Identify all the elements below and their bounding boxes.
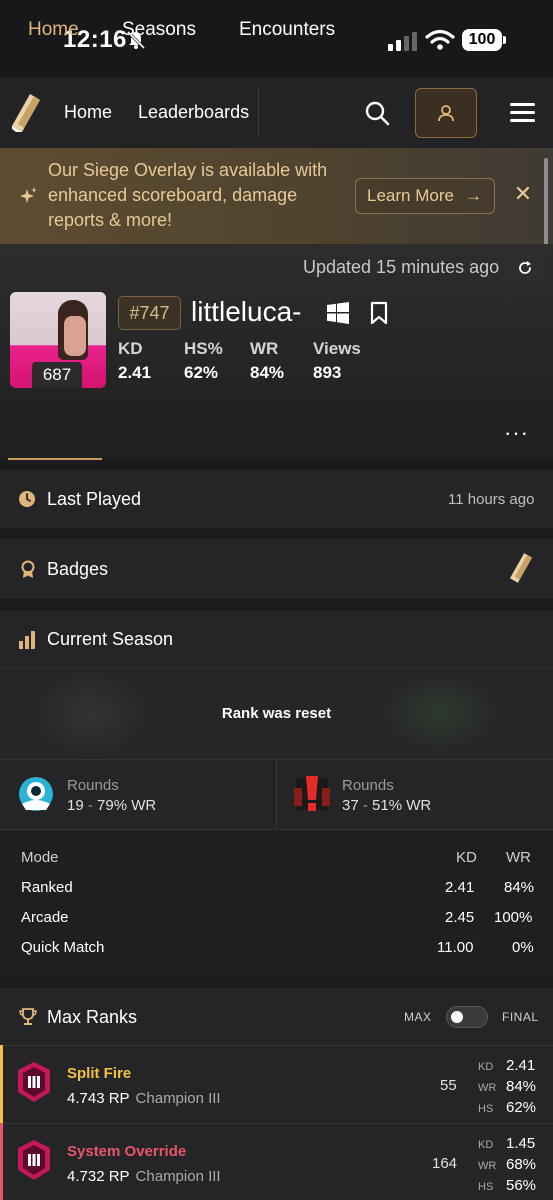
quick-match-kd: 11.00: [437, 939, 474, 956]
badges-title: Badges: [47, 559, 109, 579]
wr-header: WR: [506, 849, 531, 866]
refresh-icon: [519, 261, 531, 274]
award-icon: [21, 560, 35, 578]
stat-kd-value: 2.41: [118, 363, 152, 382]
stat-kd-label: KD: [118, 339, 143, 358]
arcade-kd: 2.45: [445, 909, 475, 926]
season-name: Split Fire: [67, 1065, 132, 1082]
matches-count: 55: [440, 1077, 457, 1094]
wifi-icon: [425, 29, 455, 50]
signal-icon: [388, 32, 417, 51]
battery-icon: 100: [462, 29, 506, 51]
tab-encounters[interactable]: Encounters: [239, 19, 335, 41]
learn-more-button[interactable]: Learn More →: [355, 178, 495, 214]
clock-icon: [19, 491, 35, 507]
search-icon[interactable]: [364, 100, 390, 126]
windows-icon: [327, 302, 349, 324]
kd-mini-label: KD: [478, 1061, 494, 1073]
mode-header: Mode: [21, 849, 59, 866]
wr-mini-value: 84%: [506, 1078, 537, 1095]
hs-mini-label: HS: [478, 1103, 494, 1115]
top-nav: Home Leaderboards: [0, 78, 553, 148]
attacker-icon: [294, 776, 330, 811]
hs-mini-label: HS: [478, 1181, 494, 1193]
matches-count: 164: [432, 1155, 458, 1172]
arcade-wr: 100%: [494, 909, 533, 926]
wr-mini-value: 68%: [506, 1156, 537, 1173]
attacker-rounds-label: Rounds: [342, 777, 394, 794]
ranked-wr: 84%: [504, 879, 535, 896]
max-ranks-title: Max Ranks: [47, 1007, 138, 1027]
battery-level: 100: [462, 29, 502, 51]
wr-mini-label: WR: [478, 1082, 497, 1094]
defender-rounds-value: 19 - 79% WR: [67, 797, 157, 814]
current-season-title: Current Season: [47, 629, 174, 649]
toggle-final-label: FINAL: [502, 1010, 539, 1024]
last-played-time: 11 hours ago: [448, 491, 535, 508]
stat-views-value: 893: [313, 363, 342, 382]
leaderboard-rank-badge: #747: [118, 296, 181, 330]
defender-icon: [19, 777, 53, 811]
kd-mini-value: 2.41: [506, 1057, 536, 1074]
tab-home[interactable]: Home: [28, 19, 79, 41]
banner-text: Our Siege Overlay is available with enha…: [48, 160, 328, 230]
username: littleluca-: [191, 296, 302, 327]
stat-wr-label: WR: [250, 339, 279, 358]
quick-match-wr: 0%: [512, 939, 534, 956]
nav-home-link[interactable]: Home: [64, 102, 112, 123]
menu-icon[interactable]: [510, 103, 535, 123]
profile-tabs: [0, 400, 553, 460]
attacker-rounds-value: 37 - 51% WR: [342, 797, 432, 814]
tracker-badge-icon: [510, 553, 532, 583]
kd-mini-label: KD: [478, 1139, 494, 1151]
champion-rank-icon: [18, 1140, 50, 1180]
trophy-icon: [19, 1008, 37, 1025]
hs-mini-value: 56%: [506, 1177, 537, 1194]
defender-rounds-label: Rounds: [67, 777, 119, 794]
mode-arcade: Arcade: [21, 909, 69, 926]
max-rank-row[interactable]: [0, 1045, 553, 1123]
max-rank-row[interactable]: [0, 1123, 553, 1200]
arrow-right-icon: →: [465, 186, 482, 205]
stat-hs-value: 62%: [184, 363, 219, 382]
rank-points: 4.743 RP Champion III: [67, 1090, 221, 1107]
bookmark-icon[interactable]: [370, 301, 388, 325]
nav-divider: [258, 88, 259, 138]
mode-quick-match: Quick Match: [21, 939, 105, 956]
hs-mini-value: 62%: [506, 1099, 537, 1116]
tracker-logo-icon[interactable]: [12, 94, 40, 132]
stat-hs-label: HS%: [184, 339, 223, 358]
ranked-kd: 2.41: [445, 879, 475, 896]
more-options-icon[interactable]: ···: [504, 420, 529, 446]
player-level: 687: [32, 362, 82, 388]
mode-ranked: Ranked: [21, 879, 73, 896]
user-icon: [438, 105, 454, 122]
max-final-toggle[interactable]: [446, 1006, 488, 1028]
rank-points: 4.732 RP Champion III: [67, 1168, 221, 1185]
tab-seasons[interactable]: Seasons: [122, 19, 196, 41]
refresh-button[interactable]: [505, 250, 545, 286]
season-name: System Override: [67, 1143, 187, 1160]
kd-header: KD: [456, 849, 477, 866]
rank-reset-text: Rank was reset: [221, 705, 332, 722]
close-icon[interactable]: ✕: [513, 183, 533, 205]
account-button[interactable]: [415, 88, 477, 138]
learn-more-label: Learn More: [367, 186, 454, 205]
bar-chart-icon: [19, 631, 35, 649]
updated-text: Updated 15 minutes ago: [303, 257, 500, 277]
champion-rank-icon: [18, 1062, 50, 1102]
sparkle-icon: [20, 187, 37, 203]
stat-wr-value: 84%: [250, 363, 285, 382]
active-tab-indicator: [8, 458, 102, 460]
nav-leaderboards-link[interactable]: Leaderboards: [138, 102, 249, 123]
kd-mini-value: 1.45: [506, 1135, 536, 1152]
toggle-max-label: MAX: [404, 1010, 432, 1024]
last-played-title: Last Played: [47, 489, 142, 509]
wr-mini-label: WR: [478, 1160, 497, 1172]
stat-views-label: Views: [313, 339, 361, 358]
